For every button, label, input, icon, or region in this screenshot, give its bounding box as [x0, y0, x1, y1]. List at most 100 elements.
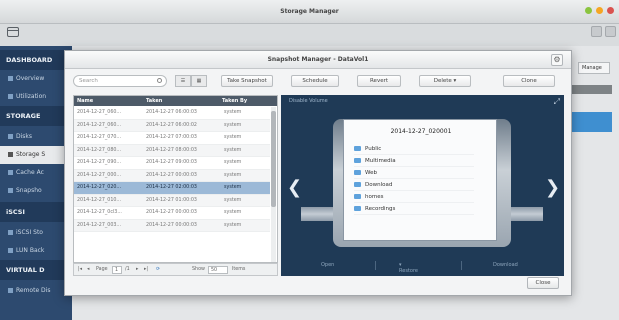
preview-actions: Open Restore ▾ Download: [281, 256, 564, 276]
close-button[interactable]: Close: [527, 277, 559, 289]
close-window-button[interactable]: [607, 7, 614, 14]
download-button[interactable]: Download: [493, 262, 518, 268]
sidebar-item-utilization[interactable]: Utilization: [0, 88, 72, 106]
next-snapshot-arrow-icon[interactable]: ❯: [545, 179, 560, 197]
cell-taken: 2014-12-27 02:00:03: [146, 185, 197, 190]
grid-view-icon[interactable]: [591, 26, 602, 37]
refresh-icon[interactable]: ⟳: [156, 264, 160, 275]
folder-icon: [354, 206, 361, 211]
column-taken-by[interactable]: Taken By: [222, 96, 247, 106]
dialog-title: Snapshot Manager - DataVol1: [65, 51, 571, 69]
last-page-button[interactable]: ▸|: [144, 264, 148, 275]
table-row[interactable]: 2014-12-27_090... 2014-12-27 09:00:03 syst…: [74, 157, 270, 170]
maximize-button[interactable]: [596, 7, 603, 14]
sidebar-header-virtual-disk[interactable]: VIRTUAL D: [0, 260, 72, 280]
restore-button[interactable]: Restore ▾: [399, 262, 418, 274]
preview-header: Disable Volume: [289, 98, 328, 104]
thumbnail-view-button[interactable]: ▦: [191, 75, 207, 87]
items-per-page-select[interactable]: 50: [208, 266, 228, 274]
prev-snapshot-arrow-icon[interactable]: ❮: [287, 179, 302, 197]
cell-name: 2014-12-27_010...: [77, 197, 122, 203]
sidebar-header-iscsi[interactable]: iSCSI: [0, 202, 72, 222]
background-selected-block: [572, 112, 612, 132]
table-row[interactable]: 2014-12-27_060... 2014-12-27 06:00:02 syst…: [74, 119, 270, 132]
cell-taken-by: system: [224, 210, 242, 215]
snapshot-folder-box: 2014-12-27_020001 Public Multimedia Web …: [343, 119, 497, 241]
folder-icon: [354, 182, 361, 187]
cell-taken: 2014-12-27 01:00:03: [146, 197, 197, 203]
open-button[interactable]: Open: [321, 262, 334, 268]
cell-taken-by: system: [224, 185, 242, 190]
sidebar: DASHBOARD Overview Utilization STORAGE D…: [0, 46, 72, 320]
delete-button[interactable]: Delete ▾: [419, 75, 471, 87]
cell-taken: 2014-12-27 08:00:03: [146, 147, 197, 153]
folder-item[interactable]: Public: [354, 144, 474, 155]
snapshot-preview: Disable Volume ⤢ 2014-12-27_020001 Publi…: [281, 95, 564, 276]
help-icon[interactable]: [605, 26, 616, 37]
sidebar-item-remote-disk[interactable]: Remote Dis: [0, 282, 72, 300]
take-snapshot-button[interactable]: Take Snapshot: [221, 75, 273, 87]
column-name[interactable]: Name: [77, 96, 93, 106]
cache-icon: [8, 170, 13, 175]
folder-icon: [354, 146, 361, 151]
cell-taken: 2014-12-27 00:00:03: [146, 210, 197, 215]
cell-taken: 2014-12-27 07:00:03: [146, 135, 197, 140]
window-title: Storage Manager: [280, 8, 339, 15]
table-row[interactable]: 2014-12-27_060... 2014-12-27 06:00:03 syst…: [74, 107, 270, 120]
scrollbar-thumb[interactable]: [271, 111, 276, 207]
sidebar-item-disks[interactable]: Disks: [0, 128, 72, 146]
sidebar-item-lun-backup[interactable]: LUN Back: [0, 242, 72, 260]
folder-item[interactable]: Web: [354, 168, 474, 179]
sidebar-header-dashboard[interactable]: DASHBOARD: [0, 50, 72, 70]
list-view-button[interactable]: ☰: [175, 75, 191, 87]
app-window-icon: [7, 27, 19, 37]
search-input[interactable]: Search: [73, 75, 167, 87]
folder-item[interactable]: homes: [354, 192, 474, 203]
table-row[interactable]: 2014-12-27_020... 2014-12-27 02:00:03 syst…: [74, 182, 270, 195]
minimize-button[interactable]: [585, 7, 592, 14]
cell-taken: 2014-12-27 09:00:03: [146, 160, 197, 165]
cell-taken: 2014-12-27 00:00:03: [146, 172, 197, 178]
clone-button[interactable]: Clone: [503, 75, 555, 87]
cell-taken: 2014-12-27 06:00:03: [146, 110, 197, 115]
utilization-icon: [8, 94, 13, 99]
table-row[interactable]: 2014-12-27_0cl3... 2014-12-27 00:00:03 sys…: [74, 207, 270, 220]
sidebar-item-iscsi-storage[interactable]: iSCSI Sto: [0, 224, 72, 242]
expand-icon[interactable]: ⤢: [554, 97, 560, 107]
next-page-button[interactable]: ▸: [136, 264, 138, 275]
folder-icon: [354, 170, 361, 175]
dialog-toolbar: Search ☰ ▦ Take Snapshot Schedule Revert…: [65, 71, 571, 91]
sidebar-item-cache[interactable]: Cache Ac: [0, 164, 72, 182]
folder-item[interactable]: Download: [354, 180, 474, 191]
sidebar-item-overview[interactable]: Overview: [0, 70, 72, 88]
first-page-button[interactable]: |◂: [78, 264, 82, 275]
prev-page-button[interactable]: ◂: [87, 264, 89, 275]
revert-button[interactable]: Revert: [357, 75, 401, 87]
folder-item[interactable]: Recordings: [354, 204, 474, 215]
folder-item[interactable]: Multimedia: [354, 156, 474, 167]
window-titlebar: Storage Manager: [0, 0, 619, 24]
snapshot-manager-dialog: Snapshot Manager - DataVol1 ⚙ Search ☰ ▦…: [64, 50, 572, 296]
background-manage-button[interactable]: Manage: [578, 62, 610, 74]
cell-taken-by: system: [224, 110, 242, 115]
schedule-button[interactable]: Schedule: [291, 75, 339, 87]
list-scrollbar[interactable]: [271, 107, 276, 262]
sidebar-item-storage-space[interactable]: Storage S: [0, 146, 72, 164]
cell-name: 2014-12-27_080...: [77, 147, 122, 153]
show-label: Show: [192, 267, 205, 272]
folder-icon: [354, 194, 361, 199]
column-taken[interactable]: Taken: [146, 96, 162, 106]
table-row[interactable]: 2014-12-27_010... 2014-12-27 01:00:03 syst…: [74, 194, 270, 207]
cell-name: 2014-12-27_060...: [77, 122, 122, 128]
cell-taken: 2014-12-27 00:00:03: [146, 222, 197, 228]
table-row[interactable]: 2014-12-27_003... 2014-12-27 00:00:03 syst…: [74, 219, 270, 232]
table-row[interactable]: 2014-12-27_070... 2014-12-27 07:00:03 syst…: [74, 132, 270, 145]
sidebar-header-storage[interactable]: STORAGE: [0, 106, 72, 126]
settings-icon[interactable]: ⚙: [551, 54, 563, 66]
cell-taken-by: system: [224, 222, 242, 228]
table-row[interactable]: 2014-12-27_080... 2014-12-27 08:00:03 syst…: [74, 144, 270, 157]
sidebar-item-snapshot[interactable]: Snapsho: [0, 182, 72, 200]
table-row[interactable]: 2014-12-27_000... 2014-12-27 00:00:03 syst…: [74, 169, 270, 182]
page-input[interactable]: 1: [112, 266, 122, 274]
cell-name: 2014-12-27_060...: [77, 110, 122, 115]
